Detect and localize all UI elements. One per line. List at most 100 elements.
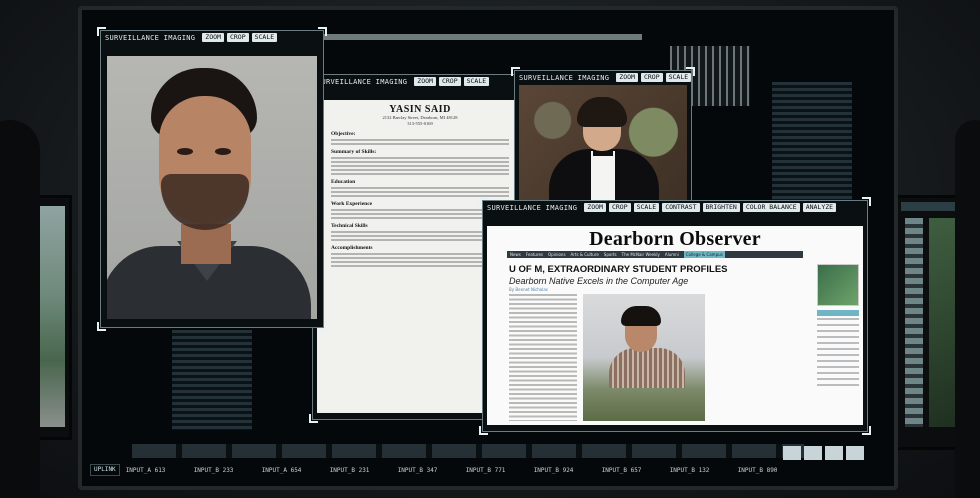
analyze-button[interactable]: ANALYZE bbox=[802, 203, 837, 212]
text-line bbox=[331, 173, 509, 175]
nav-item[interactable]: The McNair Weekly bbox=[622, 251, 660, 258]
nav-item[interactable]: Features bbox=[526, 251, 543, 258]
news-webpage: Dearborn Observer News Features Opinions… bbox=[487, 226, 863, 425]
photo-shirt bbox=[609, 348, 685, 388]
nav-item[interactable]: Sports bbox=[604, 251, 617, 258]
panel-corner bbox=[862, 197, 871, 206]
nav-item[interactable]: Alumni bbox=[665, 251, 679, 258]
crop-button[interactable]: CROP bbox=[640, 73, 663, 82]
nav-item[interactable]: Arts & Culture bbox=[571, 251, 599, 258]
zoom-button[interactable]: ZOOM bbox=[616, 73, 638, 82]
formal-photo-panel[interactable]: SURVEILLANCE IMAGING ZOOM CROP SCALE bbox=[511, 67, 695, 213]
article-body bbox=[509, 294, 577, 421]
photo-eye bbox=[215, 148, 231, 155]
scale-button[interactable]: SCALE bbox=[633, 203, 660, 212]
text-line bbox=[331, 169, 509, 171]
panel-header: SURVEILLANCE IMAGING ZOOM CROP SCALE bbox=[101, 31, 323, 44]
control-button[interactable] bbox=[825, 446, 843, 460]
text-line bbox=[331, 139, 509, 141]
panel-header: SURVEILLANCE IMAGING ZOOM CROP SCALE bbox=[313, 75, 519, 88]
scale-button[interactable]: SCALE bbox=[463, 77, 490, 86]
panel-title: SURVEILLANCE IMAGING bbox=[519, 73, 610, 82]
resume-phone: 313-555-0169 bbox=[407, 121, 433, 126]
panel-corner bbox=[479, 426, 488, 435]
news-sidebar bbox=[817, 264, 859, 421]
sidebar-links bbox=[817, 318, 859, 388]
sidebar-heading bbox=[817, 310, 859, 316]
panel-corner bbox=[97, 322, 106, 331]
panel-corner bbox=[318, 322, 327, 331]
control-button[interactable] bbox=[783, 446, 801, 460]
resume-section: Education bbox=[331, 179, 356, 185]
resume-name: YASIN SAID bbox=[389, 104, 451, 115]
resume-section: Summary of Skills: bbox=[331, 149, 377, 155]
panel-header: SURVEILLANCE IMAGING ZOOM CROP SCALE bbox=[515, 71, 692, 84]
main-monitor: SURVEILLANCE IMAGING ZOOM CROP SCALE YAS… bbox=[78, 6, 898, 490]
control-button[interactable] bbox=[804, 446, 822, 460]
text-line bbox=[331, 165, 509, 167]
uplink-indicator[interactable]: UPLINK bbox=[90, 464, 120, 476]
viewer-silhouette-right bbox=[955, 120, 980, 498]
panel-title: SURVEILLANCE IMAGING bbox=[105, 33, 196, 42]
panel-corner bbox=[862, 426, 871, 435]
news-headline: U OF M, EXTRAORDINARY STUDENT PROFILES bbox=[509, 264, 728, 275]
input-readout: INPUT_B 132 bbox=[669, 466, 710, 474]
nav-item-active[interactable]: College & Campus bbox=[683, 251, 725, 258]
input-readout: INPUT_B 233 bbox=[193, 466, 234, 474]
right-monitor-thumbnail-strip bbox=[905, 218, 923, 427]
panel-corner bbox=[686, 67, 695, 76]
news-panel[interactable]: SURVEILLANCE IMAGING ZOOM CROP SCALE CON… bbox=[479, 197, 871, 435]
panel-header: SURVEILLANCE IMAGING ZOOM CROP SCALE CON… bbox=[483, 201, 867, 214]
input-readout: INPUT_A 654 bbox=[261, 466, 302, 474]
control-button[interactable] bbox=[846, 446, 864, 460]
status-bar-top bbox=[312, 34, 642, 40]
formal-photo bbox=[519, 85, 687, 203]
photo-shirt bbox=[591, 151, 615, 201]
zoom-button[interactable]: ZOOM bbox=[584, 203, 606, 212]
viewer-silhouette-left bbox=[0, 120, 40, 498]
photo-hair bbox=[621, 306, 661, 326]
news-subhead: Dearborn Native Excels in the Computer A… bbox=[509, 276, 689, 286]
text-line bbox=[331, 157, 509, 159]
news-byline[interactable]: By Bennet Nicholas bbox=[509, 287, 548, 292]
input-readout: INPUT_A 613 bbox=[125, 466, 166, 474]
zoom-button[interactable]: ZOOM bbox=[414, 77, 436, 86]
input-readout: INPUT_B 771 bbox=[465, 466, 506, 474]
crop-button[interactable]: CROP bbox=[438, 77, 461, 86]
nav-item[interactable]: News bbox=[510, 251, 521, 258]
nav-item[interactable]: Opinions bbox=[548, 251, 566, 258]
mini-controls bbox=[783, 446, 864, 460]
status-bar-bottom: UPLINK INPUT_A 613 INPUT_B 233 INPUT_A 6… bbox=[90, 464, 886, 476]
input-readout: INPUT_B 924 bbox=[533, 466, 574, 474]
input-readout: INPUT_B 890 bbox=[737, 466, 778, 474]
surveillance-screen: SURVEILLANCE IMAGING ZOOM CROP SCALE YAS… bbox=[82, 10, 894, 486]
photo-neck bbox=[181, 224, 231, 264]
panel-corner bbox=[511, 67, 520, 76]
panel-corner bbox=[479, 197, 488, 206]
photo-eye bbox=[177, 148, 193, 155]
input-readout: INPUT_B 657 bbox=[601, 466, 642, 474]
brighten-button[interactable]: BRIGHTEN bbox=[702, 203, 740, 212]
input-readout: INPUT_B 347 bbox=[397, 466, 438, 474]
data-strip bbox=[132, 444, 804, 458]
crop-button[interactable]: CROP bbox=[608, 203, 631, 212]
text-line bbox=[331, 143, 509, 145]
portrait-photo bbox=[107, 56, 317, 319]
panel-corner bbox=[97, 27, 106, 36]
zoom-button[interactable]: ZOOM bbox=[202, 33, 224, 42]
scale-button[interactable]: SCALE bbox=[251, 33, 278, 42]
news-masthead: Dearborn Observer bbox=[589, 228, 761, 250]
contrast-button[interactable]: CONTRAST bbox=[662, 203, 700, 212]
input-readout: INPUT_B 231 bbox=[329, 466, 370, 474]
photo-bowtie bbox=[593, 151, 613, 156]
article-photo bbox=[583, 294, 705, 421]
portrait-panel[interactable]: SURVEILLANCE IMAGING ZOOM CROP SCALE bbox=[97, 27, 327, 331]
news-navbar: News Features Opinions Arts & Culture Sp… bbox=[507, 251, 803, 258]
panel-corner bbox=[309, 414, 318, 423]
text-line bbox=[331, 191, 509, 193]
text-line bbox=[331, 161, 509, 163]
panel-title: SURVEILLANCE IMAGING bbox=[317, 77, 408, 86]
color-balance-button[interactable]: COLOR BALANCE bbox=[742, 203, 800, 212]
sidebar-image bbox=[817, 264, 859, 306]
crop-button[interactable]: CROP bbox=[226, 33, 249, 42]
